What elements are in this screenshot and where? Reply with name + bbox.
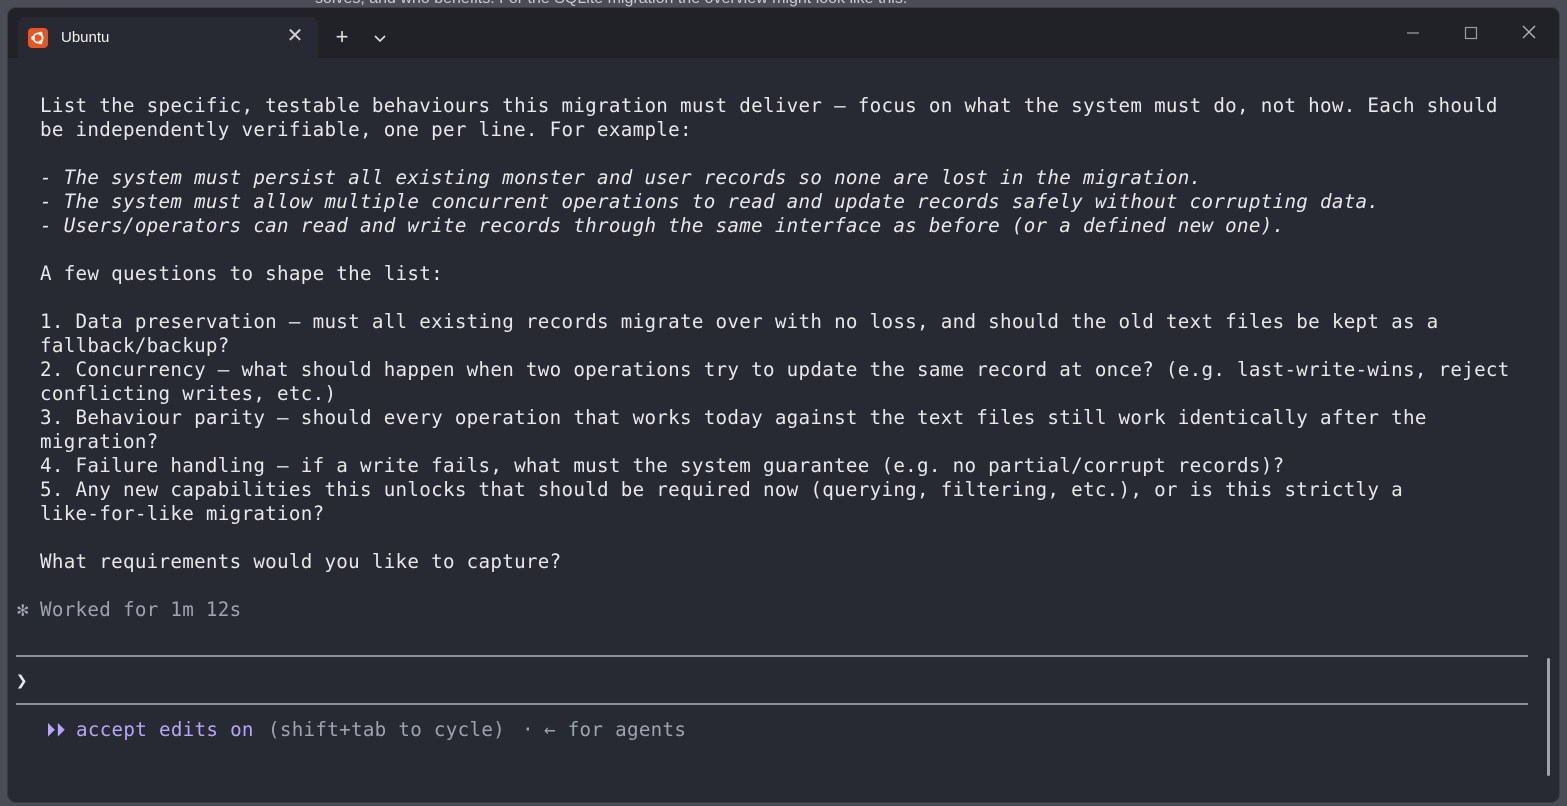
chevron-down-icon[interactable] <box>370 28 390 48</box>
question-line: fallback/backup? <box>40 334 230 357</box>
question-line: conflicting writes, etc.) <box>40 382 337 405</box>
question-line: 2. Concurrency — what should happen when… <box>40 358 1510 381</box>
example-line: - The system must persist all existing m… <box>40 166 1202 189</box>
tab-title: Ubuntu <box>61 29 110 46</box>
terminal-window: Ubuntu ✕ + List the specific, testable b… <box>8 8 1559 802</box>
example-line: - The system must allow multiple concurr… <box>40 190 1380 213</box>
question-line: 1. Data preservation — must all existing… <box>40 310 1439 333</box>
tab-close-icon[interactable]: ✕ <box>284 25 306 47</box>
question-line: migration? <box>40 430 159 453</box>
intro-line: be independently verifiable, one per lin… <box>40 118 692 141</box>
terminal-body[interactable]: List the specific, testable behaviours t… <box>8 58 1559 802</box>
question-line: 4. Failure handling — if a write fails, … <box>40 454 1285 477</box>
tab-ubuntu[interactable]: Ubuntu ✕ <box>18 17 318 58</box>
questions-heading: A few questions to shape the list: <box>40 262 443 285</box>
prompt-chevron-icon: ❯ <box>16 669 28 692</box>
mode-hint: (shift+tab to cycle) <box>268 718 506 741</box>
separator-dot: · <box>522 718 534 741</box>
fast-forward-icon: ⏵⏵ <box>46 718 66 741</box>
input-top-divider <box>16 655 1528 657</box>
question-line: 5. Any new capabilities this unlocks tha… <box>40 478 1403 501</box>
title-bar: Ubuntu ✕ + <box>8 8 1559 58</box>
status-text: Worked for 1m 12s <box>40 598 242 621</box>
new-tab-button[interactable]: + <box>331 26 353 48</box>
agents-hint: ← for agents <box>544 718 687 741</box>
minimize-icon[interactable] <box>1398 22 1428 44</box>
input-bottom-divider <box>16 703 1528 705</box>
close-icon[interactable] <box>1514 22 1544 44</box>
scrollbar[interactable] <box>1547 658 1550 776</box>
question-line: 3. Behaviour parity — should every opera… <box>40 406 1427 429</box>
closing-question: What requirements would you like to capt… <box>40 550 562 573</box>
question-line: like-for-like migration? <box>40 502 325 525</box>
background-window-text: solves, and who benefits. For the SQLite… <box>315 0 907 8</box>
mode-label[interactable]: accept edits on <box>76 718 254 742</box>
ubuntu-icon <box>28 28 48 48</box>
asterisk-icon: ✻ <box>17 598 29 621</box>
example-line: - Users/operators can read and write rec… <box>40 214 1285 237</box>
maximize-icon[interactable] <box>1456 22 1486 44</box>
intro-line: List the specific, testable behaviours t… <box>40 94 1498 117</box>
